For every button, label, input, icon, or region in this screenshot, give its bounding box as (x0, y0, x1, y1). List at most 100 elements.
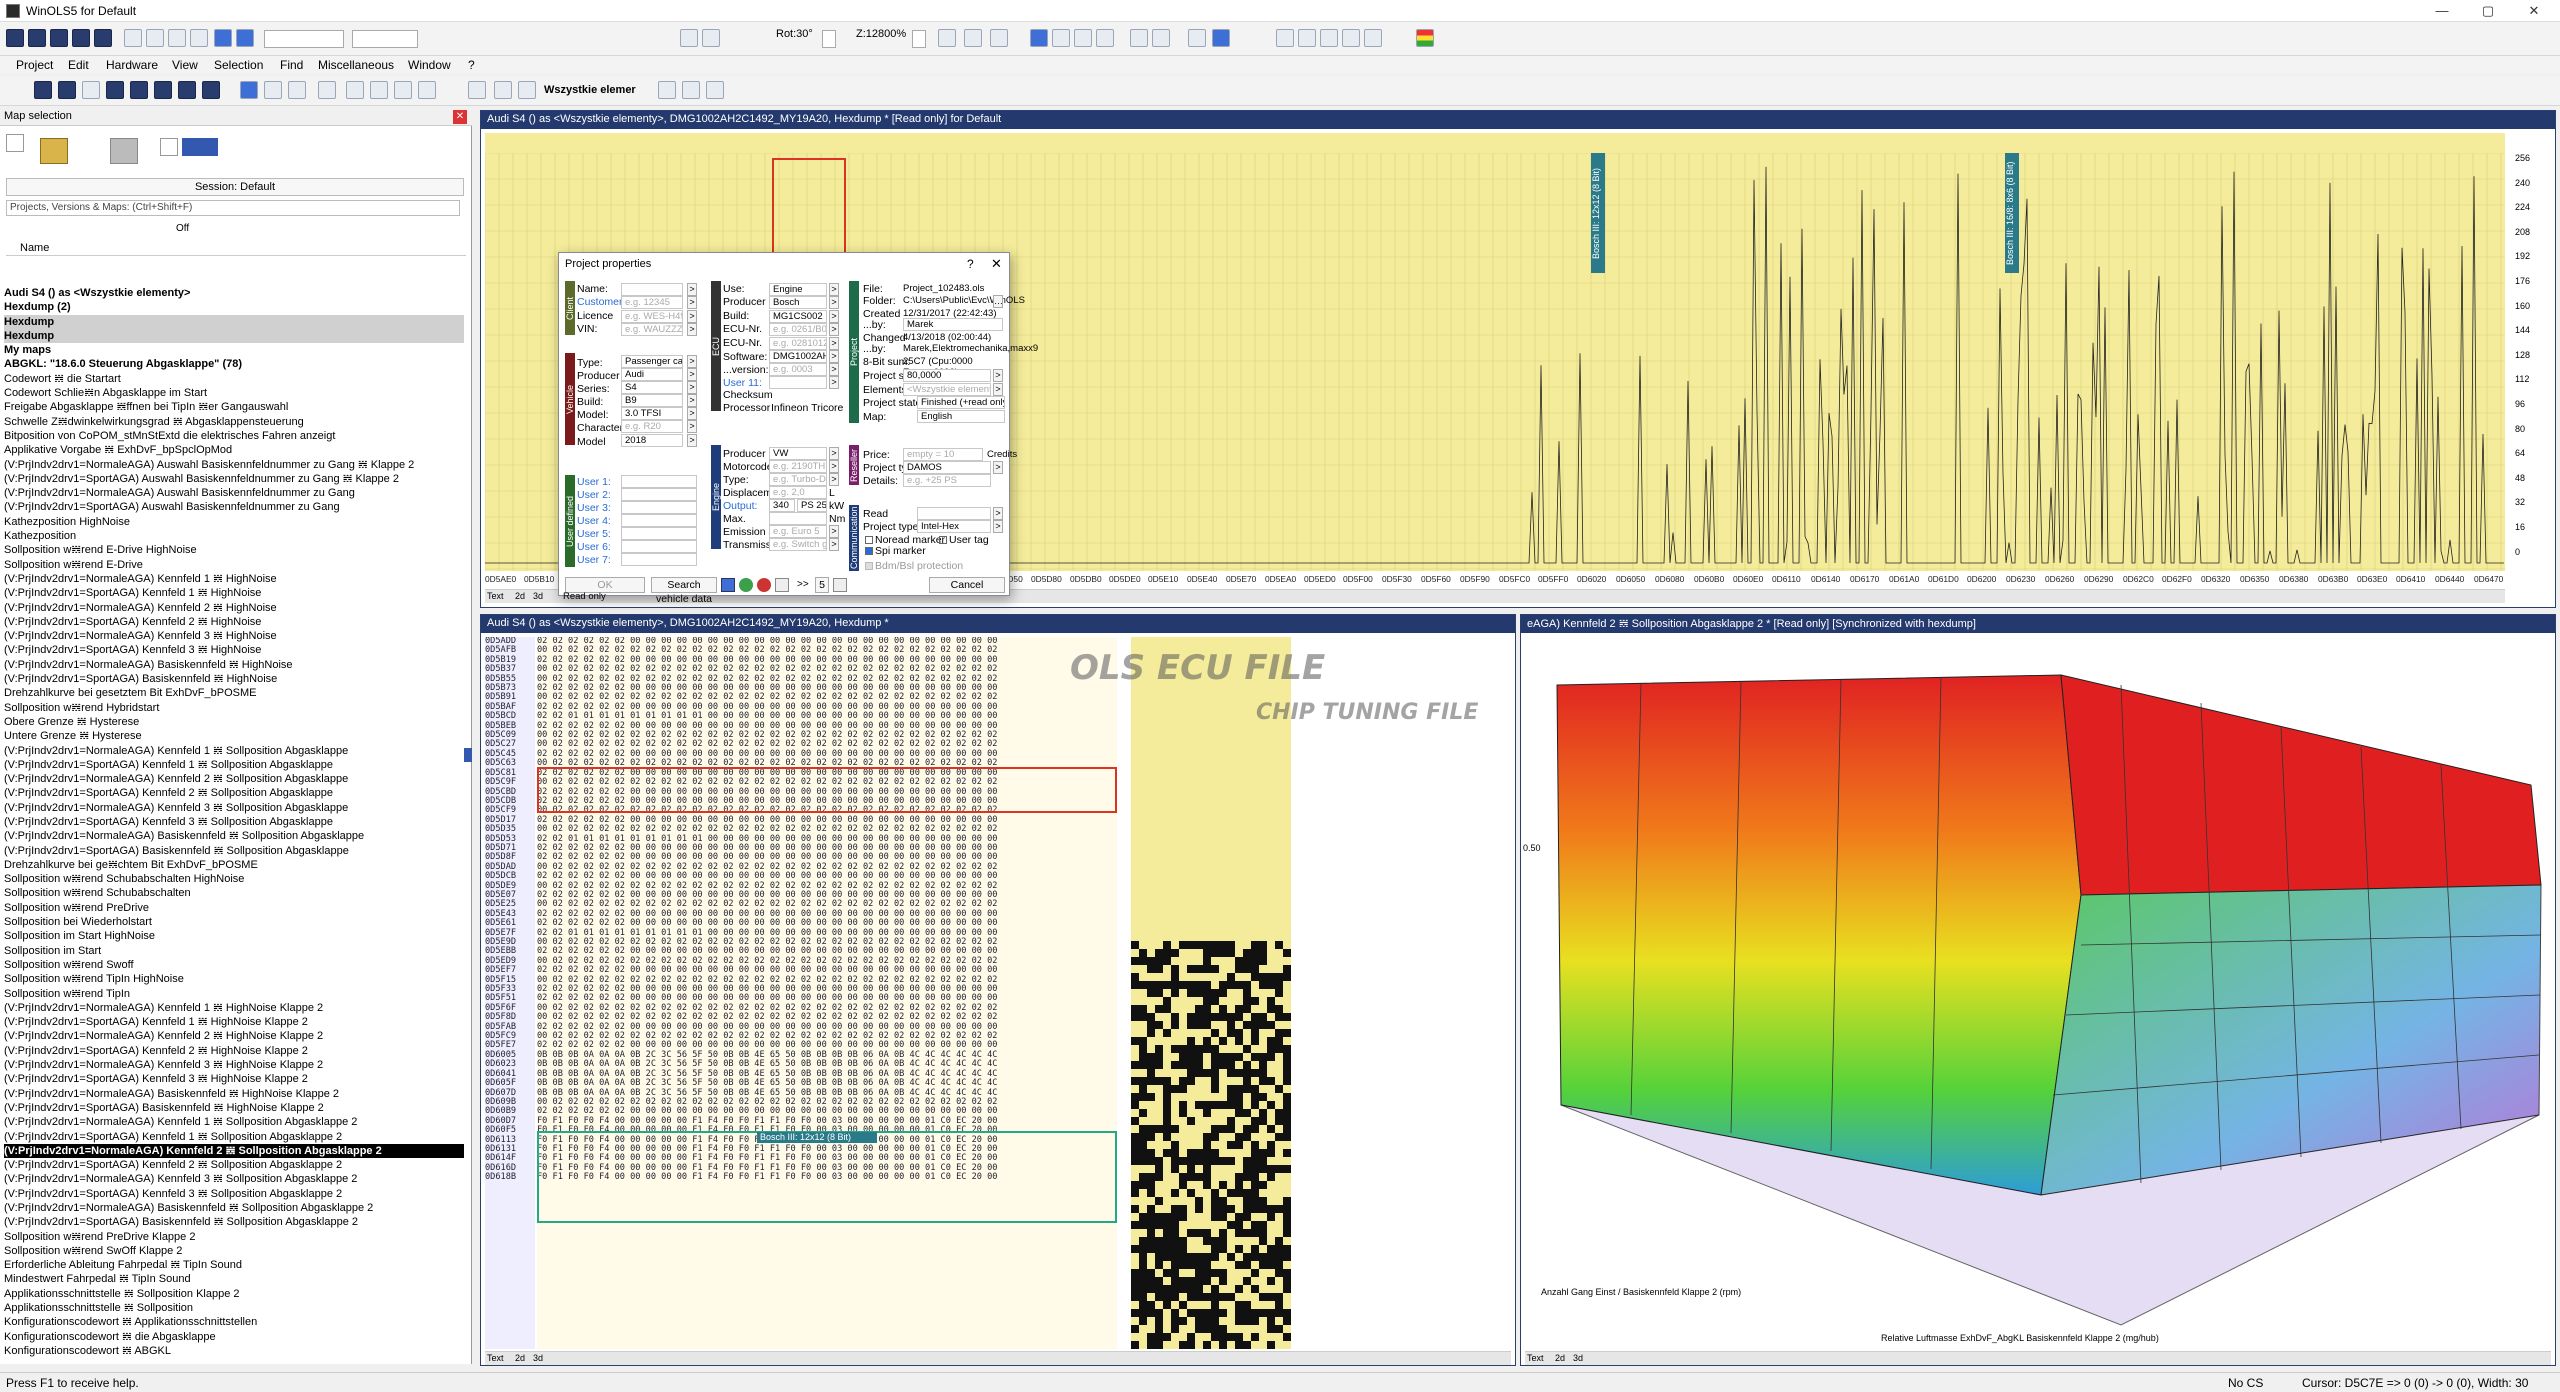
maps-icon[interactable] (264, 81, 282, 99)
tree-item[interactable]: Sollposition w𝍁rend TipIn (4, 987, 464, 1001)
series-input[interactable]: S4 (621, 381, 683, 394)
tree-item[interactable]: ABGKL: "18.6.0 Steuerung Abgasklappe" (7… (4, 357, 464, 371)
characteristic-input[interactable]: e.g. R20 (621, 420, 683, 433)
users-icon[interactable] (182, 138, 218, 156)
tree-item[interactable]: (V:PrjIndv2drv1=SportAGA) Kennfeld 3 𝍁 S… (4, 1187, 464, 1201)
search-vehicle-button[interactable]: Search vehicle data (651, 577, 717, 605)
lohi-icon[interactable] (1130, 29, 1148, 47)
tree-item[interactable]: Codewort Schlie𝍁n Abgasklappe im Start (4, 386, 464, 400)
web-search-icon[interactable] (757, 578, 771, 592)
tree-item[interactable]: (V:PrjIndv2drv1=SportAGA) Kennfeld 3 𝍁 H… (4, 1072, 464, 1086)
view-mode-2-icon[interactable] (236, 29, 254, 47)
minimize-button[interactable]: — (2420, 1, 2464, 21)
tab-3d-top[interactable]: 3d (533, 591, 543, 601)
tree-item[interactable]: (V:PrjIndv2drv1=SportAGA) Kennfeld 1 𝍁 H… (4, 586, 464, 600)
network-icon[interactable] (394, 81, 412, 99)
output-kw-input[interactable]: 340 (769, 499, 795, 512)
tree-item[interactable]: (V:PrjIndv2drv1=SportAGA) Basiskennfeld … (4, 1215, 464, 1229)
tree-item[interactable]: Bitposition von CoPOM_stMnStExtd die ele… (4, 429, 464, 443)
hex-icon[interactable] (938, 29, 956, 47)
ecunr2-input[interactable]: e.g. 0281012113 (769, 337, 827, 350)
percent-icon[interactable] (1276, 29, 1294, 47)
checksum-icon[interactable] (190, 29, 208, 47)
user-field-input[interactable] (621, 501, 697, 514)
bits16-icon[interactable] (1052, 29, 1070, 47)
tree-item[interactable]: Obere Grenze 𝍁 Hysterese (4, 715, 464, 729)
tree-item[interactable]: (V:PrjIndv2drv1=SportAGA) Basiskennfeld … (4, 844, 464, 858)
project-properties-dialog[interactable]: Project properties ? ✕ Client Name: > Cu… (558, 252, 1038, 605)
tree-item[interactable]: Sollposition w𝍁rend Swoff (4, 958, 464, 972)
reseller-ptype-input[interactable]: DAMOS (903, 461, 991, 474)
stop-icon[interactable] (154, 81, 172, 99)
help-icon[interactable] (682, 81, 700, 99)
tree-item[interactable]: (V:PrjIndv2drv1=SportAGA) Kennfeld 1 𝍁 S… (4, 1130, 464, 1144)
name-column-header[interactable]: Name (6, 242, 466, 256)
value-field[interactable] (352, 30, 418, 48)
tree-item[interactable]: (V:PrjIndv2drv1=NormaleAGA) Kennfeld 3 𝍁… (4, 1172, 464, 1186)
tree-item[interactable]: (V:PrjIndv2drv1=NormaleAGA) Basiskennfel… (4, 658, 464, 672)
tree-item[interactable]: Applikative Vorgabe 𝍁 ExhDvF_bpSpclOpMod (4, 443, 464, 457)
licence-arrow[interactable]: > (687, 310, 697, 323)
import-icon[interactable] (124, 29, 142, 47)
tree-item[interactable]: Hexdump (4, 314, 464, 329)
tab-2d-top[interactable]: 2d (515, 591, 525, 601)
new-icon[interactable] (6, 29, 24, 47)
more-icon[interactable]: >> (797, 579, 809, 590)
hilo-icon[interactable] (1152, 29, 1170, 47)
vehicle-type-arrow[interactable]: > (687, 355, 697, 368)
last-icon[interactable] (202, 81, 220, 99)
tab-text-hex[interactable]: Text (487, 1353, 504, 1363)
close-button[interactable]: ✕ (2512, 1, 2556, 21)
tree-item[interactable]: (V:PrjIndv2drv1=SportAGA) Kennfeld 3 𝍁 S… (4, 815, 464, 829)
vehicle-build-arrow[interactable]: > (687, 394, 697, 407)
open-icon[interactable] (28, 29, 46, 47)
tree-item[interactable]: (V:PrjIndv2drv1=NormaleAGA) Auswahl Basi… (4, 486, 464, 500)
motorcode-input[interactable]: e.g. 2190TH (769, 460, 827, 473)
settings-icon[interactable] (82, 81, 100, 99)
forward-icon[interactable] (418, 81, 436, 99)
client-name-input[interactable] (621, 283, 683, 296)
hex-values[interactable]: 02 02 02 02 02 02 00 00 00 00 00 00 00 0… (537, 637, 1117, 1349)
ecu-producer-input[interactable]: Bosch (769, 296, 827, 309)
map-3d-window[interactable]: eAGA) Kennfeld 2 𝍁 Sollposition Abgaskla… (1520, 614, 2556, 1366)
tree-item[interactable]: (V:PrjIndv2drv1=SportAGA) Kennfeld 2 𝍁 H… (4, 615, 464, 629)
original-icon[interactable] (1342, 29, 1360, 47)
max-input[interactable] (769, 512, 827, 525)
customer-input[interactable]: e.g. 12345 (621, 296, 683, 309)
tree-item[interactable]: Schwelle Z𝍁dwinkelwirkungsgrad 𝍁 Abgaskl… (4, 415, 464, 429)
tree-item[interactable]: (V:PrjIndv2drv1=SportAGA) Kennfeld 1 𝍁 S… (4, 758, 464, 772)
price-input[interactable]: empty = 10 (903, 448, 983, 461)
chat-icon[interactable] (775, 578, 789, 592)
user-field-input[interactable] (621, 475, 697, 488)
filter-input[interactable]: Projects, Versions & Maps: (Ctrl+Shift+F… (6, 200, 460, 216)
folder-browse-button[interactable]: … (993, 295, 1003, 308)
gear-icon[interactable] (658, 81, 676, 99)
save-icon[interactable] (50, 29, 68, 47)
vin-arrow[interactable]: > (687, 323, 697, 336)
elements-input[interactable]: <Wszystkie elementy> (903, 383, 991, 396)
tree-item[interactable]: (V:PrjIndv2drv1=SportAGA) Basiskennfeld … (4, 1101, 464, 1115)
software-input[interactable]: DMG1002AH2C149 (769, 350, 827, 363)
spi-checkbox[interactable] (865, 547, 873, 555)
tree-item[interactable]: (V:PrjIndv2drv1=NormaleAGA) Kennfeld 1 𝍁… (4, 1001, 464, 1015)
user11-arrow[interactable]: > (829, 376, 839, 389)
model-year-arrow[interactable]: > (687, 434, 697, 447)
new-page-icon[interactable] (6, 134, 24, 152)
tab-2d-hex[interactable]: 2d (515, 1353, 525, 1363)
bits-icon[interactable] (1030, 29, 1048, 47)
size-arrow[interactable]: > (993, 369, 1003, 382)
browse-icon[interactable] (58, 81, 76, 99)
ecu-build-input[interactable]: MG1CS002 (769, 310, 827, 323)
panel-close-icon[interactable]: ✕ (453, 110, 467, 124)
tree-item[interactable]: Sollposition w𝍁rend Hybridstart (4, 701, 464, 715)
tree-item[interactable]: Konfigurationscodewort 𝍁 die Abgasklappe (4, 1330, 464, 1344)
engine-producer-input[interactable]: VW (769, 447, 827, 460)
left-arrow-icon[interactable] (680, 29, 698, 47)
comm-ptype-arrow[interactable]: > (993, 520, 1003, 533)
tree-item[interactable]: Sollposition w𝍁rend SwOff Klappe 2 (4, 1244, 464, 1258)
back-icon[interactable] (346, 81, 364, 99)
folder-gray-icon[interactable] (110, 138, 138, 164)
ecunr-arrow[interactable]: > (829, 323, 839, 336)
elements-arrow[interactable]: > (993, 383, 1003, 396)
tree-item[interactable]: (V:PrjIndv2drv1=NormaleAGA) Basiskennfel… (4, 1087, 464, 1101)
